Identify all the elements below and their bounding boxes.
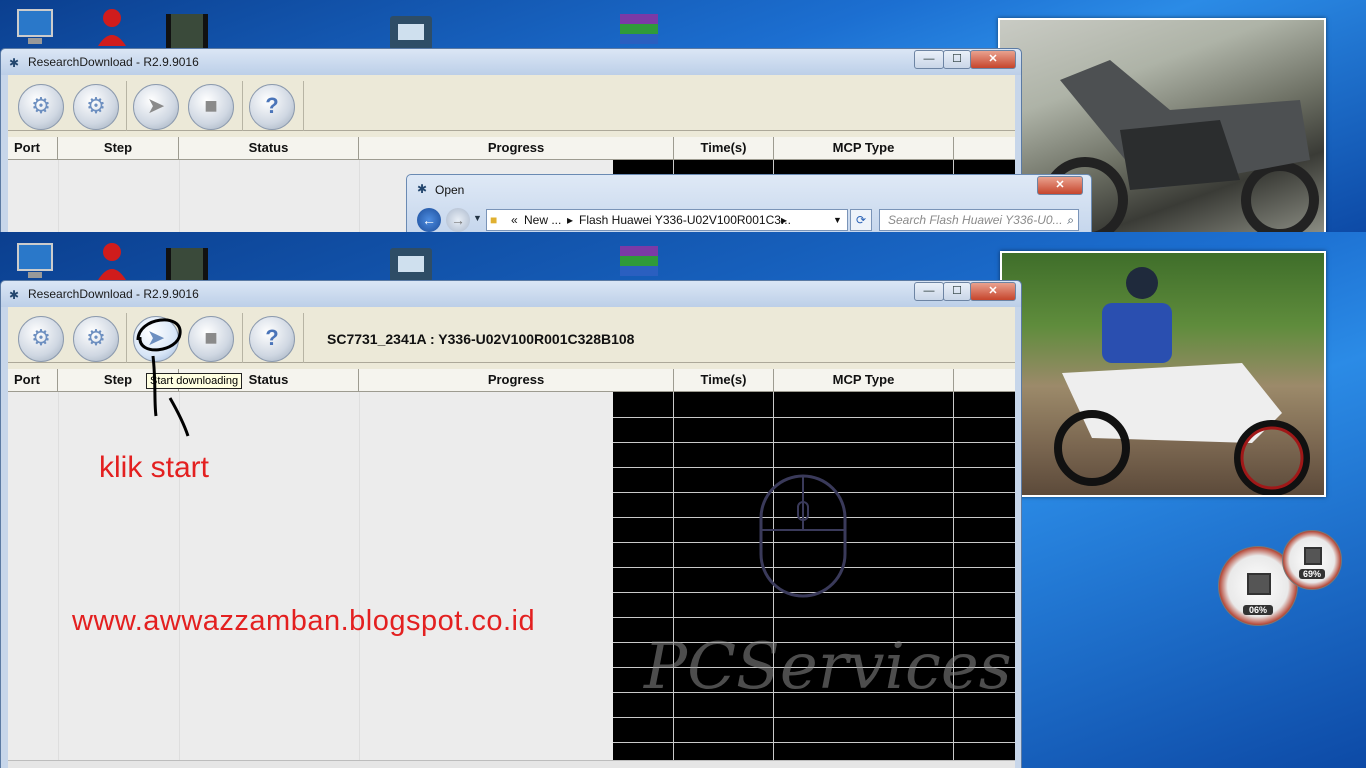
toolbar-separator xyxy=(242,313,243,363)
col-mcp-type[interactable]: MCP Type xyxy=(774,369,954,391)
col-port[interactable]: Port xyxy=(8,137,58,159)
maximize-button[interactable]: ☐ xyxy=(943,282,971,301)
black-grid-line xyxy=(613,742,1015,743)
toolbar-separator xyxy=(303,313,304,363)
help-icon[interactable]: ? xyxy=(249,84,295,130)
settings-gear-icon[interactable]: ⚙ xyxy=(18,84,64,130)
col-progress[interactable]: Progress xyxy=(359,137,674,159)
col-time[interactable]: Time(s) xyxy=(674,137,774,159)
stop-icon[interactable]: ■ xyxy=(188,84,234,130)
user-shortcut-icon[interactable] xyxy=(90,240,136,280)
path-crumb-2[interactable]: Flash Huawei Y336-U02V100R001C3... xyxy=(579,210,791,230)
winrar-archive-icon[interactable] xyxy=(616,10,662,50)
col-port[interactable]: Port xyxy=(8,369,58,391)
hand-drawn-circle-annotation xyxy=(136,318,190,437)
settings-gears-icon[interactable]: ⚙ xyxy=(73,84,119,130)
horizontal-scrollbar[interactable] xyxy=(8,760,1015,768)
memory-chip-icon xyxy=(1304,547,1322,565)
open-file-dialog: ✱ Open ✕ ← → ▼ ■ « New ... ▸ Flash Huawe… xyxy=(406,174,1092,232)
grid-divider xyxy=(359,392,360,761)
address-bar[interactable]: ■ « New ... ▸ Flash Huawei Y336-U02V100R… xyxy=(486,209,848,231)
settings-gear-icon[interactable]: ⚙ xyxy=(18,316,64,362)
black-grid-line xyxy=(613,717,1015,718)
maximize-button[interactable]: ☐ xyxy=(943,50,971,69)
search-input[interactable]: Search Flash Huawei Y336-U0... ⌕ xyxy=(879,209,1079,231)
click-start-annotation: klik start xyxy=(99,451,210,484)
path-arrow[interactable]: ▸ xyxy=(567,210,573,230)
memory-usage-value: 69% xyxy=(1299,569,1325,579)
video-icon[interactable] xyxy=(164,12,210,52)
start-play-icon[interactable]: ➤ xyxy=(133,84,179,130)
toolbar-separator xyxy=(126,313,127,363)
black-grid-line xyxy=(613,442,1015,443)
cpu-usage-value: 06% xyxy=(1243,605,1273,615)
blog-url-annotation: www.awwazzamban.blogspot.co.id xyxy=(72,605,536,637)
col-step[interactable]: Step xyxy=(58,137,179,159)
path-more-arrow[interactable]: ▸ xyxy=(781,210,787,230)
close-button[interactable]: ✕ xyxy=(970,50,1016,69)
help-icon[interactable]: ? xyxy=(249,316,295,362)
col-time[interactable]: Time(s) xyxy=(674,369,774,391)
computer-icon[interactable] xyxy=(14,8,60,48)
toolbar-separator xyxy=(242,81,243,131)
title-bar[interactable]: ✱ ResearchDownload - R2.9.9016 — ☐ ✕ xyxy=(1,281,1021,307)
toolbar: ⚙ ⚙ ➤ ■ ? xyxy=(8,75,1015,131)
black-grid-line xyxy=(673,392,674,761)
col-progress[interactable]: Progress xyxy=(359,369,674,391)
refresh-button[interactable]: ⟳ xyxy=(850,209,872,231)
memory-meter-gadget[interactable]: 69% xyxy=(1282,530,1342,590)
path-prefix: « xyxy=(511,213,518,227)
black-grid-line xyxy=(953,392,954,761)
grid-divider xyxy=(179,160,180,232)
user-shortcut-icon[interactable] xyxy=(90,6,136,46)
minimize-button[interactable]: — xyxy=(914,282,944,301)
address-dropdown-icon[interactable]: ▼ xyxy=(833,210,842,230)
pcservices-watermark: PCServices xyxy=(644,630,1012,704)
grid-divider xyxy=(58,392,59,761)
top-screenshot-panel: ✱ ResearchDownload - R2.9.9016 — ☐ ✕ ⚙ ⚙… xyxy=(0,0,1366,232)
settings-gears-icon[interactable]: ⚙ xyxy=(73,316,119,362)
col-mcp-type[interactable]: MCP Type xyxy=(774,137,954,159)
close-button[interactable]: ✕ xyxy=(970,282,1016,301)
grid-divider xyxy=(58,160,59,232)
title-bar[interactable]: ✱ ResearchDownload - R2.9.9016 — ☐ ✕ xyxy=(1,49,1021,75)
chip-icon xyxy=(1247,573,1271,595)
back-button[interactable]: ← xyxy=(417,208,441,232)
toolbar-separator xyxy=(126,81,127,131)
download-grid-black xyxy=(613,392,1015,761)
motorcycle-rider-photo xyxy=(1000,251,1326,497)
path-crumb-1[interactable]: New ... xyxy=(524,210,561,230)
computer-icon[interactable] xyxy=(14,242,60,282)
search-icon[interactable]: ⌕ xyxy=(1067,210,1074,230)
dialog-title: Open xyxy=(435,183,465,197)
dialog-close-button[interactable]: ✕ xyxy=(1037,176,1083,195)
dialog-app-icon: ✱ xyxy=(417,182,428,196)
grid-divider xyxy=(359,160,360,232)
black-grid-line xyxy=(613,467,1015,468)
folder-icon: ■ xyxy=(490,213,498,227)
toolbar-separator xyxy=(303,81,304,131)
history-dropdown-icon[interactable]: ▼ xyxy=(473,213,482,223)
winrar-archive-icon[interactable] xyxy=(616,242,662,282)
mouse-watermark-icon xyxy=(759,474,847,598)
forward-button[interactable]: → xyxy=(446,208,470,232)
firmware-label: SC7731_2341A : Y336-U02V100R001C328B108 xyxy=(327,331,635,347)
bottom-screenshot-panel: 06% 69% ✱ ResearchDownload - R2.9.9016 —… xyxy=(0,232,1366,768)
app-icon: ✱ xyxy=(9,288,20,302)
black-grid-line xyxy=(613,617,1015,618)
window-title: ResearchDownload - R2.9.9016 xyxy=(28,287,199,301)
window-title: ResearchDownload - R2.9.9016 xyxy=(28,55,199,69)
black-grid-line xyxy=(613,417,1015,418)
search-placeholder: Search Flash Huawei Y336-U0... xyxy=(888,213,1063,227)
minimize-button[interactable]: — xyxy=(914,50,944,69)
col-status[interactable]: Status xyxy=(179,137,359,159)
grid-header: Port Step Status Progress Time(s) MCP Ty… xyxy=(8,137,1015,160)
app-icon: ✱ xyxy=(9,56,20,70)
